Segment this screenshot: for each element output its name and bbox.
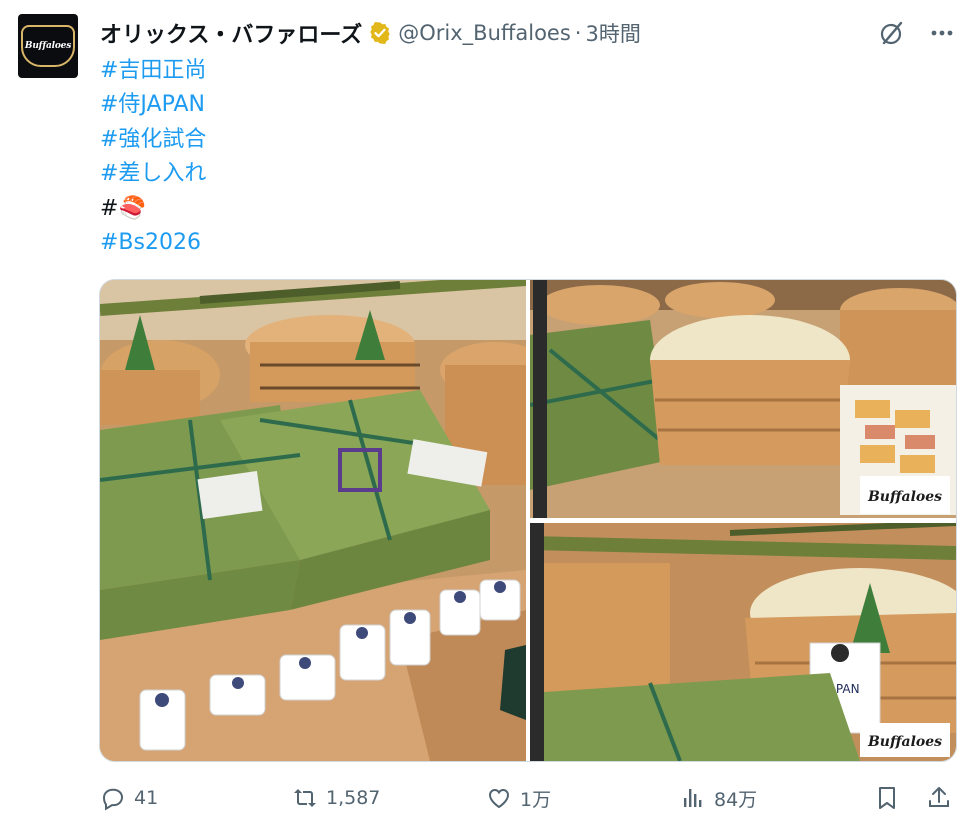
tweet-header: オリックス・バファローズ @Orix_Buffaloes · 3時間	[100, 16, 956, 50]
reply-count: 41	[134, 787, 159, 809]
reply-icon	[102, 788, 124, 811]
buffaloes-watermark-2: Buffaloes	[867, 734, 942, 750]
handle[interactable]: @Orix_Buffaloes	[398, 21, 571, 45]
hashtag-samurai-japan[interactable]: #侍JAPAN	[100, 88, 206, 122]
repost-button[interactable]: 1,587	[292, 785, 380, 811]
photo-barrel-sushi-art: Buffaloes	[530, 280, 956, 518]
share-icon	[929, 787, 949, 807]
hashtag-yoshida[interactable]: #吉田正尚	[100, 54, 206, 88]
hashtag-exhibition-game[interactable]: #強化試合	[100, 123, 206, 157]
like-button[interactable]: 1万	[486, 785, 551, 812]
more-options-icon[interactable]	[928, 19, 956, 47]
share-button[interactable]	[926, 785, 960, 811]
media-grid: Buffaloes JAPAN Buffaloes	[99, 279, 957, 762]
avatar-logo-text: Buffaloes	[24, 41, 72, 51]
tweet-text: #吉田正尚 #侍JAPAN #強化試合 #差し入れ #🍣 #Bs2026	[100, 54, 206, 260]
repost-icon	[294, 789, 316, 807]
photo-barrel-player[interactable]: JAPAN Buffaloes	[530, 523, 956, 761]
views-count: 84万	[714, 788, 758, 811]
timestamp[interactable]: 3時間	[585, 18, 640, 48]
avatar[interactable]: Buffaloes	[18, 14, 78, 78]
views-chart-icon	[684, 789, 702, 807]
photo-packages-art	[100, 280, 526, 761]
reply-button[interactable]: 41	[100, 785, 158, 811]
separator-dot: ·	[574, 21, 582, 45]
action-bar: 41 1,587 1万 84万	[100, 780, 960, 816]
photo-barrel-player-art: JAPAN Buffaloes	[530, 523, 956, 761]
sushi-emoji-icon: 🍣	[118, 195, 146, 221]
like-count: 1万	[520, 788, 552, 811]
buffaloes-logo: Buffaloes	[21, 25, 75, 67]
buffaloes-watermark: Buffaloes	[867, 489, 942, 505]
header-actions	[878, 19, 956, 47]
heart-icon	[488, 788, 510, 809]
grok-icon[interactable]	[878, 19, 906, 47]
photo-barrel-sushi[interactable]: Buffaloes	[530, 280, 956, 518]
bookmark-button[interactable]	[874, 785, 908, 811]
hashtag-sashiire[interactable]: #差し入れ	[100, 157, 206, 191]
views-button[interactable]: 84万	[680, 785, 757, 812]
bookmark-icon	[879, 787, 895, 809]
hashtag-bs2026[interactable]: #Bs2026	[100, 226, 206, 260]
display-name[interactable]: オリックス・バファローズ	[100, 17, 362, 49]
photo-packages[interactable]	[100, 280, 526, 761]
repost-count: 1,587	[326, 787, 381, 809]
hash-symbol: #	[100, 195, 119, 221]
hashtag-sushi-emoji[interactable]: #🍣	[100, 192, 206, 226]
verified-badge-icon[interactable]	[368, 21, 392, 45]
